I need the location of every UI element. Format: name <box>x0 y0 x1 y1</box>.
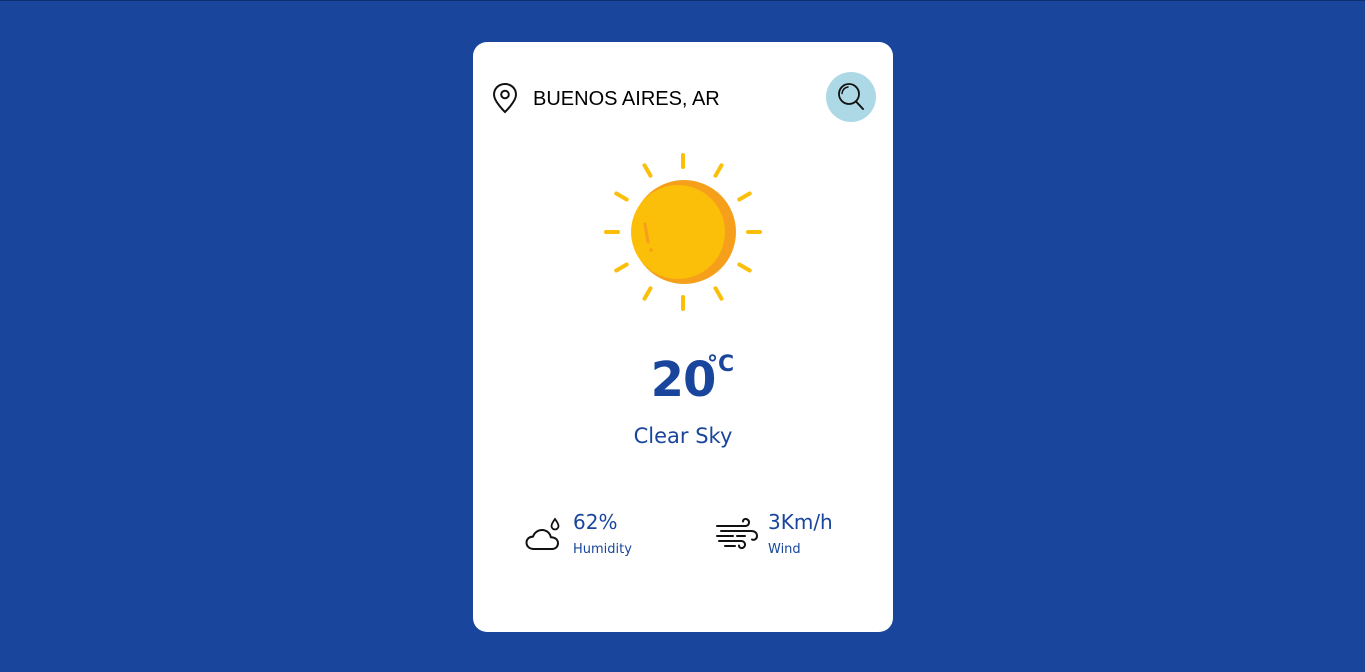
search-button[interactable] <box>826 72 876 122</box>
humidity-value: 62% <box>573 510 618 534</box>
sun-icon <box>603 152 763 312</box>
wind-value: 3Km/h <box>768 510 833 534</box>
weather-description: Clear Sky <box>633 424 733 448</box>
humidity-detail: 62% Humidity <box>525 510 695 560</box>
top-border <box>0 0 1365 1</box>
wind-label: Wind <box>768 542 801 557</box>
temperature-display: 20 °C <box>473 352 893 412</box>
city-search-input[interactable] <box>491 85 781 113</box>
wind-detail: 3Km/h Wind <box>715 510 885 560</box>
temperature-unit: °C <box>707 352 735 377</box>
weather-card: 20 °C Clear Sky 62% Humidity <box>473 42 893 632</box>
temperature-value: 20 <box>650 352 717 408</box>
humidity-label: Humidity <box>573 542 632 557</box>
search-bar <box>491 72 877 122</box>
